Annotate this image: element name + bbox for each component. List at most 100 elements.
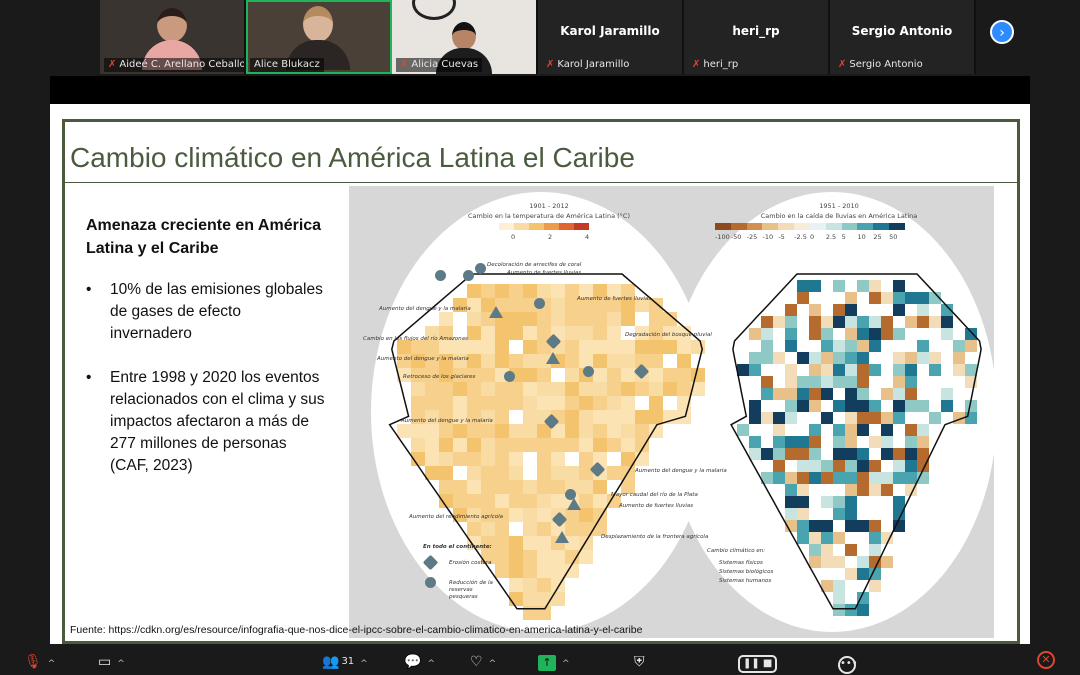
map-cell	[761, 316, 773, 328]
map-cell	[821, 544, 833, 556]
map-cell	[761, 412, 773, 424]
map-cell	[797, 496, 809, 508]
map-cell	[785, 448, 797, 460]
mute-button[interactable]: 🎙 ^	[24, 651, 55, 673]
map-cell	[953, 340, 965, 352]
chat-button[interactable]: 💬 ^	[404, 651, 435, 673]
map-cell	[869, 412, 881, 424]
map-cell	[893, 472, 905, 484]
map-cell	[845, 604, 857, 616]
map-cell	[941, 328, 953, 340]
map-cell	[809, 532, 821, 544]
bullet-text: Entre 1998 y 2020 los eventos relacionad…	[110, 369, 325, 474]
map-cell	[821, 532, 833, 544]
map-cell	[845, 448, 857, 460]
map-cell	[785, 496, 797, 508]
map-annotation: Aumento del rendimiento agrícola	[409, 514, 504, 520]
mic-muted-icon: ✗	[546, 59, 555, 70]
mic-muted-icon: ✗	[692, 59, 701, 70]
map-cell	[893, 520, 905, 532]
participant-tile[interactable]: heri_rp ✗ heri_rp	[684, 0, 830, 74]
chevron-up-icon[interactable]: ^	[562, 659, 570, 669]
map-cell	[845, 472, 857, 484]
map-cell	[833, 364, 845, 376]
map-cell	[845, 376, 857, 388]
map-cell	[833, 352, 845, 364]
triangle-marker-icon	[567, 498, 581, 510]
map-cell	[941, 316, 953, 328]
chevron-up-icon[interactable]: ^	[427, 659, 435, 669]
chevron-up-icon[interactable]: ^	[489, 659, 497, 669]
map-cell	[881, 424, 893, 436]
map-cell	[857, 484, 869, 496]
key-item: Sistemas físicos	[719, 560, 763, 566]
record-button[interactable]: ❚❚ ■	[738, 651, 778, 673]
participant-tile[interactable]: Karol Jaramillo ✗ Karol Jaramillo	[538, 0, 684, 74]
map-cell	[893, 292, 905, 304]
share-screen-button[interactable]: ↑ ^	[538, 651, 570, 673]
bullet-text: 10% de las emisiones globales de gases d…	[110, 281, 323, 342]
map-cell	[893, 496, 905, 508]
key-item: Erosión costera	[449, 560, 492, 566]
map-cell	[845, 520, 857, 532]
map-cell	[833, 424, 845, 436]
map-cell	[773, 388, 785, 400]
participant-tile[interactable]: Sergio Antonio ✗ Sergio Antonio	[830, 0, 976, 74]
map-annotation: Cambio en los flujos del río Amazonas	[363, 336, 468, 342]
map-cell	[821, 352, 833, 364]
leave-icon[interactable]: ✕	[1037, 651, 1055, 669]
participants-button[interactable]: 👥 31 ^	[322, 651, 368, 673]
map-cell	[917, 448, 929, 460]
map-cell	[881, 388, 893, 400]
map-cell	[833, 592, 845, 604]
map-cell	[845, 436, 857, 448]
map-cell	[857, 376, 869, 388]
map-cell	[845, 568, 857, 580]
map-cell	[905, 400, 917, 412]
bullet-icon: •	[86, 369, 92, 386]
map-cell	[857, 604, 869, 616]
map-cell	[845, 424, 857, 436]
map-cell	[845, 496, 857, 508]
participant-tile[interactable]: ✗ Aideé C. Arellano Ceballos	[100, 0, 246, 74]
participant-tile-active-speaker[interactable]: Alice Blukacz	[246, 0, 392, 74]
more-button[interactable]: •••	[838, 651, 858, 674]
map-cell	[809, 388, 821, 400]
map-cell	[881, 448, 893, 460]
chevron-up-icon[interactable]: ^	[48, 659, 56, 669]
security-button[interactable]: ⛨	[634, 651, 645, 673]
map-cell	[809, 364, 821, 376]
map-cell	[905, 448, 917, 460]
map-cell	[893, 412, 905, 424]
map-cell	[833, 532, 845, 544]
key-item: Sistemas humanos	[719, 578, 772, 584]
participant-name-label: ✗ Sergio Antonio	[838, 59, 923, 70]
map-cell	[869, 292, 881, 304]
slide-title-divider	[62, 182, 1020, 183]
map-cell	[773, 424, 785, 436]
map-cell	[905, 292, 917, 304]
reactions-button[interactable]: ♡ ^	[470, 651, 496, 673]
map-cell	[857, 412, 869, 424]
map-cell	[845, 388, 857, 400]
map-cell	[857, 400, 869, 412]
map-cell	[857, 472, 869, 484]
map-cell	[761, 352, 773, 364]
map-cell	[893, 328, 905, 340]
map-cell	[917, 424, 929, 436]
share-screen-top-bar	[50, 76, 1030, 104]
map-cell	[845, 484, 857, 496]
map-cell	[833, 508, 845, 520]
chevron-up-icon[interactable]: ^	[360, 659, 368, 669]
map-cell	[809, 316, 821, 328]
map-annotation: Aumento del dengue y la malaria	[635, 468, 727, 474]
map-cell	[785, 316, 797, 328]
participant-tile[interactable]: ✗ Alicia Cuevas	[392, 0, 538, 74]
chevron-right-icon[interactable]: ›	[990, 20, 1014, 44]
chevron-up-icon[interactable]: ^	[117, 659, 125, 669]
video-button[interactable]: ▭ ^	[98, 651, 125, 673]
map-cell	[869, 544, 881, 556]
map-cell	[773, 436, 785, 448]
map-cell	[929, 316, 941, 328]
map-cell	[749, 352, 761, 364]
